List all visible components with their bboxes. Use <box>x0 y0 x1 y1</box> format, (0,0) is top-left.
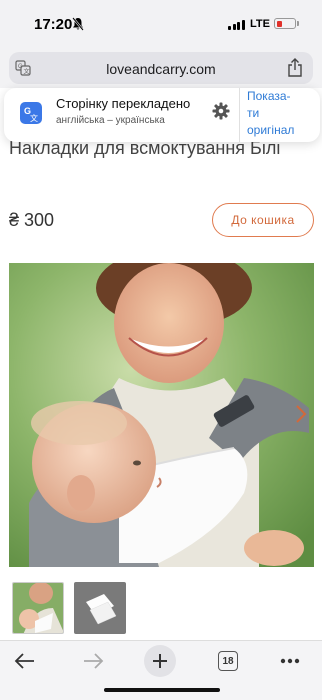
translate-title: Сторінку перекладено <box>56 96 191 111</box>
product-photo <box>9 263 314 567</box>
home-indicator <box>104 688 220 692</box>
network-label: LTE <box>250 18 270 30</box>
product-price: ₴ 300 <box>9 210 55 230</box>
signal-icon <box>228 19 245 30</box>
url-text[interactable]: loveandcarry.com <box>9 61 313 77</box>
tabs-button[interactable]: 18 <box>212 645 244 677</box>
new-tab-icon <box>153 654 167 668</box>
product-image[interactable] <box>9 263 314 567</box>
thumbnail-1[interactable] <box>12 582 64 634</box>
translate-subtitle: англійська – українська <box>56 115 165 126</box>
thumbnail-strip <box>12 582 126 634</box>
translate-icon: G 文 <box>20 102 42 124</box>
page-content: Накладки для всмоктування Білі ₴ 300 До … <box>0 88 322 640</box>
forward-button[interactable] <box>77 645 109 677</box>
status-time: 17:20 <box>34 16 73 33</box>
add-to-cart-button[interactable]: До кошика <box>212 203 314 237</box>
address-bar[interactable]: G 文 loveandcarry.com <box>9 52 313 84</box>
more-button[interactable] <box>274 645 306 677</box>
translate-banner: G 文 Сторінку перекладено англійська – ук… <box>4 88 320 142</box>
new-tab-button[interactable] <box>144 645 176 677</box>
bottom-toolbar: 18 <box>0 640 322 700</box>
settings-icon[interactable] <box>212 102 230 120</box>
bell-off-icon <box>72 17 84 31</box>
share-icon[interactable] <box>287 58 303 77</box>
status-bar: 17:20 LTE <box>0 0 322 48</box>
back-button[interactable] <box>9 645 41 677</box>
show-original-button[interactable]: Показа- ти оригінал <box>247 88 317 139</box>
more-icon <box>280 658 300 664</box>
address-area: G 文 loveandcarry.com <box>0 48 322 88</box>
tabs-icon: 18 <box>218 651 238 671</box>
thumbnail-2[interactable] <box>74 582 126 634</box>
svg-text:文: 文 <box>30 113 38 123</box>
chevron-right-icon[interactable] <box>294 403 308 425</box>
forward-arrow-icon <box>84 653 104 669</box>
back-arrow-icon <box>14 653 34 669</box>
battery-icon <box>274 18 296 29</box>
